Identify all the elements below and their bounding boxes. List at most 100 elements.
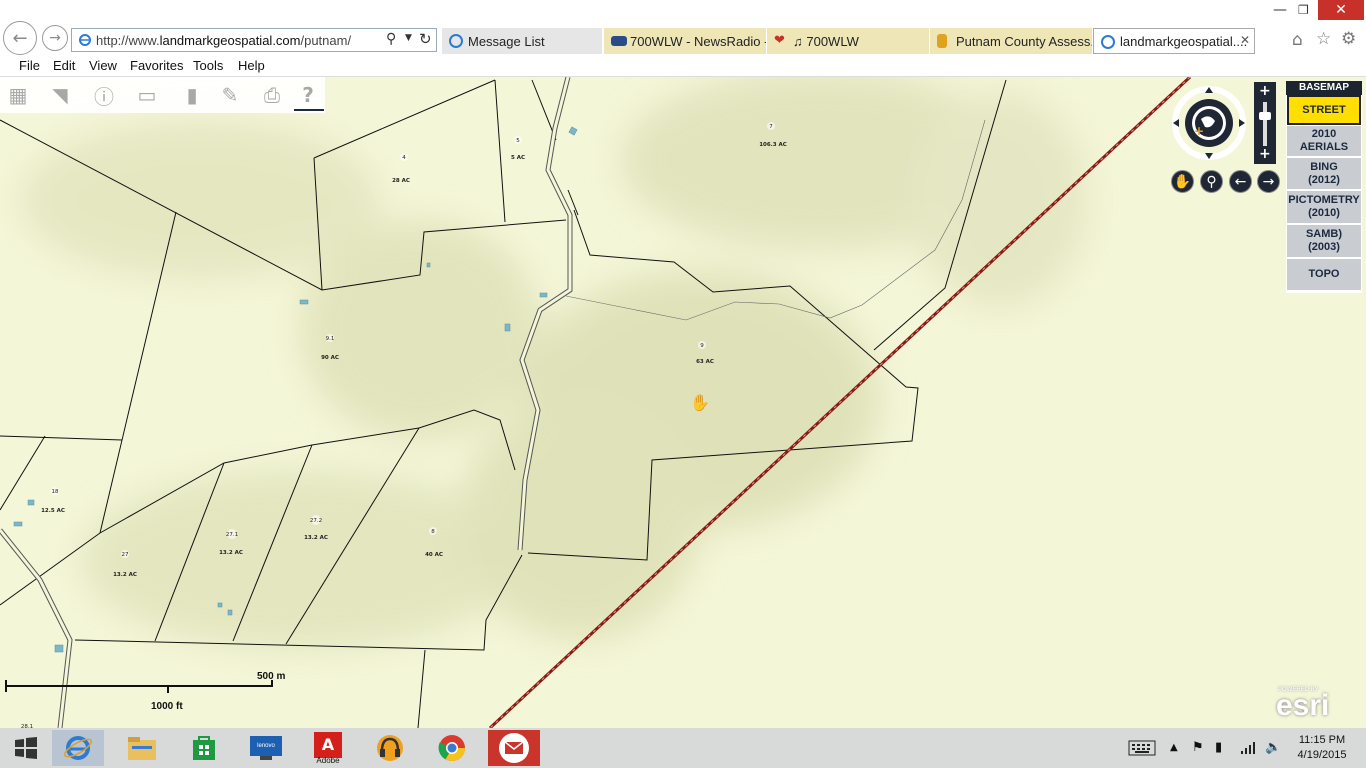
zoom-out-icon[interactable]: + — [1259, 146, 1271, 162]
lenovo-icon[interactable]: lenovo — [240, 730, 292, 766]
minimize-icon[interactable]: — — [1273, 2, 1287, 18]
next-extent-button[interactable]: → — [1257, 170, 1280, 193]
internet-explorer-icon[interactable] — [52, 730, 104, 766]
tray-chevron-up-icon[interactable]: ▲ — [1170, 742, 1178, 753]
menu-file[interactable]: File — [19, 58, 40, 73]
bookmarks-icon[interactable]: ▮ — [178, 80, 206, 110]
forward-button[interactable]: → — [42, 25, 68, 51]
pan-compass[interactable]: + — [1171, 85, 1247, 161]
menu-favorites[interactable]: Favorites — [130, 58, 183, 73]
browser-chrome: — ❐ ✕ ← → http://www.landmarkgeospatial.… — [0, 0, 1366, 56]
zoom-slider[interactable]: + + — [1254, 82, 1276, 164]
basemap-label: SAMB) — [1305, 228, 1343, 240]
parcel-area: 13.2 AC — [219, 550, 243, 556]
menu-edit[interactable]: Edit — [53, 58, 75, 73]
store-icon[interactable] — [178, 730, 230, 766]
tab-label: Message List — [468, 33, 545, 49]
basemap-samb-button[interactable]: SAMB) (2003) — [1287, 225, 1361, 258]
file-explorer-icon[interactable] — [116, 730, 168, 766]
basemap-street-button[interactable]: STREET — [1287, 95, 1361, 125]
menu-help[interactable]: Help — [238, 58, 265, 73]
tab-label: ♫ 700WLW — [793, 33, 859, 49]
previous-extent-button[interactable]: ← — [1229, 170, 1252, 193]
chrome-icon[interactable] — [426, 730, 478, 766]
parcel-area: 12.5 AC — [41, 508, 65, 514]
scale-imperial-label: 1000 ft — [151, 701, 183, 712]
parcel-id: 8 — [431, 529, 435, 535]
zoom-track — [1263, 102, 1267, 146]
parcel-area: 106.3 AC — [759, 142, 787, 148]
zoom-box-button[interactable]: ⚲ — [1200, 170, 1223, 193]
parcel-id: 9 — [700, 343, 704, 349]
parcel-id: 9.1 — [326, 336, 335, 342]
menu-view[interactable]: View — [89, 58, 117, 73]
action-center-flag-icon[interactable]: ⚑ — [1192, 740, 1204, 755]
wifi-signal-icon[interactable] — [1240, 741, 1256, 759]
back-button[interactable]: ← — [3, 21, 37, 55]
parcel-area: 40 AC — [425, 552, 443, 558]
ie-page-icon — [78, 33, 92, 47]
tab-putnam-county-assessor[interactable]: Putnam County Assess... — [930, 28, 1092, 54]
keyboard-icon[interactable] — [1128, 740, 1156, 760]
basemap-topo-button[interactable]: TOPO — [1287, 259, 1361, 291]
adobe-icon[interactable]: A Adobe — [302, 730, 354, 766]
close-window-icon[interactable]: ✕ — [1318, 0, 1364, 20]
restore-icon[interactable]: ❐ — [1298, 3, 1309, 17]
zoom-in-icon[interactable]: + — [1259, 83, 1271, 99]
close-tab-icon[interactable]: ✕ — [1240, 33, 1250, 47]
url-path: /putnam/ — [300, 32, 352, 48]
basemap-panel: BASEMAP STREET 2010 AERIALS BING (2012) … — [1286, 81, 1362, 293]
measure-icon[interactable]: ◥ — [46, 80, 74, 110]
scale-metric-label: 500 m — [257, 671, 286, 682]
favorites-star-icon[interactable]: ☆ — [1316, 29, 1331, 49]
battery-icon[interactable]: ▮ — [1215, 740, 1222, 755]
mail-icon[interactable] — [488, 730, 540, 766]
help-icon[interactable]: ? — [294, 80, 322, 110]
basemap-sublabel: (2010) — [1308, 207, 1340, 219]
tab-label: 700WLW - NewsRadio -... — [630, 33, 766, 49]
windows-start-icon[interactable] — [0, 730, 52, 766]
menu-bar: File Edit View Favorites Tools Help — [0, 56, 1366, 77]
tab-700wlw-iheart[interactable]: ❤ ♫ 700WLW — [767, 28, 929, 54]
tab-700wlw-newsradio[interactable]: 700WLW - NewsRadio -... — [604, 28, 766, 54]
info-icon[interactable]: ⓘ — [90, 80, 118, 110]
zoom-thumb[interactable] — [1259, 112, 1271, 120]
volume-icon[interactable]: 🔈 — [1265, 740, 1281, 755]
parcel-id: 7 — [769, 124, 773, 130]
ie-page-icon — [1101, 35, 1115, 49]
clock-date: 4/19/2015 — [1297, 749, 1347, 761]
pan-hand-button[interactable]: ✋ — [1171, 170, 1194, 193]
scale-tick — [5, 680, 7, 692]
parcel-area: 28 AC — [392, 178, 410, 184]
refresh-icon[interactable]: ↻ — [419, 30, 432, 48]
headphones-icon[interactable] — [364, 730, 416, 766]
magnifier-icon: ⚲ — [1206, 173, 1217, 190]
home-icon[interactable]: ⌂ — [1292, 30, 1303, 50]
print-icon[interactable]: ⎙ — [258, 80, 286, 110]
address-bar[interactable]: http://www.landmarkgeospatial.com/putnam… — [71, 28, 437, 52]
iheart-icon: ❤ — [774, 32, 785, 47]
dropdown-chevron-icon[interactable]: ▼ — [405, 33, 412, 43]
settings-gear-icon[interactable]: ⚙ — [1341, 29, 1356, 49]
basemap-aerials-button[interactable]: 2010 AERIALS — [1287, 126, 1361, 157]
adobe-logo-mark: A — [314, 731, 342, 758]
basemap-pictometry-button[interactable]: PICTOMETRY (2010) — [1287, 191, 1361, 224]
basemap-label: PICTOMETRY — [1288, 194, 1360, 206]
tab-message-list[interactable]: Message List — [442, 28, 602, 54]
layers-icon[interactable]: ▦ — [4, 80, 32, 110]
menu-tools[interactable]: Tools — [193, 58, 223, 73]
ie-page-icon — [449, 34, 463, 48]
forward-arrow-icon: → — [49, 30, 61, 46]
select-icon[interactable]: ▭ — [133, 80, 161, 110]
monitor-stand — [260, 756, 272, 760]
draw-icon[interactable]: ✎ — [216, 80, 244, 110]
parcel-area: 90 AC — [321, 355, 339, 361]
tab-landmarkgeospatial-active[interactable]: landmarkgeospatial.... ✕ — [1093, 28, 1255, 54]
parcel-id: 27.2 — [310, 518, 322, 524]
search-icon[interactable]: ⚲ — [386, 31, 396, 47]
scale-tick — [167, 687, 169, 693]
system-clock[interactable]: 11:15 PM 4/19/2015 — [1284, 733, 1360, 763]
map-canvas[interactable]: 4 28 AC 5 5 AC 7 106.3 AC 9.1 90 AC 9 63… — [0, 77, 1366, 728]
basemap-bing-button[interactable]: BING (2012) — [1287, 158, 1361, 190]
scale-bar — [5, 685, 273, 687]
